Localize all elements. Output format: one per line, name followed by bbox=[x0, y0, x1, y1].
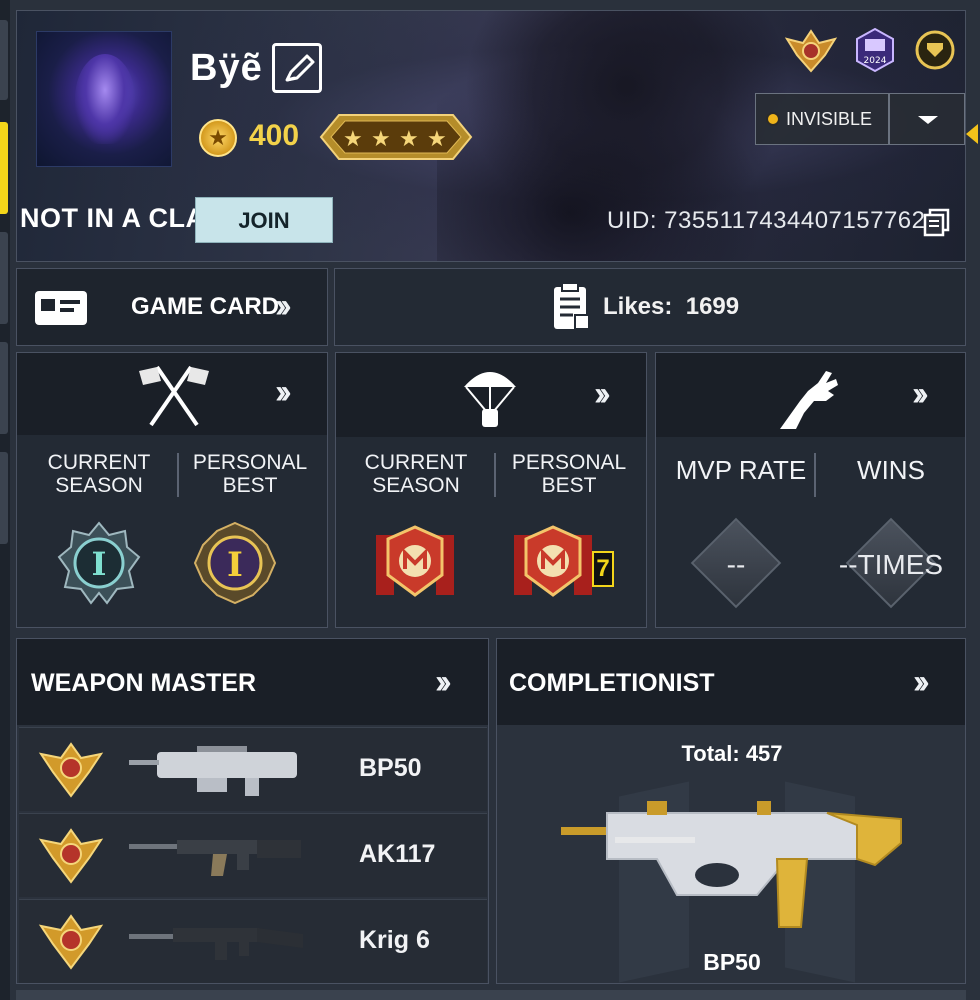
username: Bÿẽ bbox=[190, 47, 263, 89]
completionist-total: Total: 457 bbox=[681, 741, 783, 766]
br-best-count: 7 bbox=[592, 551, 614, 587]
mp-ranked-panel[interactable]: ›› CURRENT SEASON PERSONAL BEST I I bbox=[16, 352, 328, 628]
br-current-season-label: CURRENT SEASON bbox=[364, 451, 468, 497]
weapon-name: BP50 bbox=[359, 754, 422, 782]
likes-text: Likes: 1699 bbox=[603, 293, 739, 321]
bottom-edge-strip bbox=[16, 990, 966, 1000]
mp-best-rank-badge: I bbox=[193, 521, 277, 605]
rank-star-4: ★ bbox=[427, 127, 447, 152]
profile-banner: Bÿẽ ★ 400 ★ ★ ★ ★ NOT IN A CLAN JOIN UID… bbox=[16, 10, 966, 262]
side-tab-profile[interactable] bbox=[0, 122, 8, 214]
visibility-status-button[interactable]: INVISIBLE bbox=[755, 93, 889, 145]
visibility-label: INVISIBLE bbox=[786, 109, 873, 129]
mp-personal-best-label: PERSONAL BEST bbox=[192, 451, 308, 497]
divider bbox=[494, 453, 496, 497]
ak117-weapon-icon bbox=[129, 840, 301, 876]
gold-medal-icon bbox=[38, 742, 104, 798]
parachute-icon bbox=[464, 372, 516, 427]
side-tab-5[interactable] bbox=[0, 452, 8, 544]
likes-value: 1699 bbox=[685, 293, 740, 320]
mp-current-season-label: CURRENT SEASON bbox=[47, 451, 151, 497]
chevron-right-icon: ›› bbox=[275, 287, 291, 325]
side-tab-1[interactable] bbox=[0, 20, 8, 100]
avatar-portrait bbox=[75, 54, 135, 144]
chevron-right-icon[interactable]: ›› bbox=[435, 663, 451, 702]
wins-label: WINS bbox=[857, 455, 925, 485]
chevron-right-icon: ›› bbox=[594, 375, 610, 413]
mp-current-rank-badge: I bbox=[57, 521, 141, 605]
likes-panel[interactable]: Likes: 1699 bbox=[334, 268, 966, 346]
mp-best-rank-text: I bbox=[227, 545, 243, 585]
zombies-panel[interactable]: ›› MVP RATE WINS -- --TIMES bbox=[655, 352, 966, 628]
game-card-button[interactable]: GAME CARD ›› bbox=[16, 268, 328, 346]
weapon-name: Krig 6 bbox=[359, 926, 430, 954]
weapon-row[interactable]: BP50 bbox=[19, 727, 487, 811]
game-card-label: GAME CARD bbox=[131, 293, 279, 320]
completionist-panel[interactable]: COMPLETIONIST ›› Total: 457 BP50 bbox=[496, 638, 966, 984]
completionist-weapon-name: BP50 bbox=[703, 949, 761, 975]
weapon-name: AK117 bbox=[359, 840, 436, 868]
mvp-rate-label: MVP RATE bbox=[675, 455, 807, 485]
weapon-row[interactable]: AK117 bbox=[19, 813, 487, 897]
visibility-dropdown-button[interactable] bbox=[889, 93, 965, 145]
zombie-hand-icon bbox=[780, 371, 838, 429]
year-badge-icon[interactable]: 2024 bbox=[855, 27, 895, 73]
status-dot-icon bbox=[766, 112, 780, 126]
crossed-flags-icon bbox=[139, 365, 209, 427]
divider bbox=[177, 453, 179, 497]
br-ranked-panel[interactable]: ›› CURRENT SEASON PERSONAL BEST 7 bbox=[335, 352, 647, 628]
mp-current-rank-text: I bbox=[92, 545, 107, 583]
currency-value: 400 bbox=[249, 119, 300, 152]
copy-uid-icon[interactable] bbox=[922, 207, 952, 237]
uid-text: UID: 7355117434407157762 bbox=[607, 207, 926, 234]
avatar[interactable] bbox=[36, 31, 172, 167]
weapon-master-panel[interactable]: WEAPON MASTER ›› BP50 AK117 Krig 6 bbox=[16, 638, 489, 984]
br-personal-best-label: PERSONAL BEST bbox=[511, 451, 627, 497]
right-edge-pointer-icon bbox=[966, 124, 978, 144]
mvp-rate-value: -- bbox=[726, 549, 746, 580]
br-best-rank-badge bbox=[514, 525, 592, 597]
rank-stars-badge: ★ ★ ★ ★ bbox=[319, 114, 473, 160]
year-badge-text: 2024 bbox=[864, 56, 887, 66]
chevron-down-icon bbox=[918, 116, 938, 124]
rank-star-1: ★ bbox=[343, 127, 363, 152]
completionist-title: COMPLETIONIST bbox=[509, 669, 715, 697]
join-clan-button[interactable]: JOIN bbox=[195, 197, 333, 243]
id-card-icon bbox=[35, 291, 87, 325]
weapon-master-title: WEAPON MASTER bbox=[31, 669, 256, 697]
br-current-rank-badge bbox=[376, 525, 454, 597]
gold-medal-icon bbox=[38, 828, 104, 884]
rank-star-3: ★ bbox=[399, 127, 419, 152]
krig6-weapon-icon bbox=[129, 928, 303, 960]
divider bbox=[814, 453, 816, 497]
likes-label: Likes: bbox=[603, 293, 673, 320]
bp50-gold-weapon-image bbox=[561, 801, 902, 928]
rank-star-2: ★ bbox=[371, 127, 391, 152]
chevron-right-icon: ›› bbox=[275, 373, 291, 411]
weapon-row[interactable]: Krig 6 bbox=[19, 899, 487, 983]
side-tab-4[interactable] bbox=[0, 342, 8, 434]
star-coin-icon: ★ bbox=[199, 119, 237, 157]
edit-name-icon[interactable] bbox=[272, 43, 322, 93]
prestige-badge-icon[interactable] bbox=[915, 27, 955, 73]
wins-value: --TIMES bbox=[838, 549, 944, 580]
chevron-right-icon[interactable]: ›› bbox=[913, 663, 929, 702]
gold-medal-icon bbox=[38, 914, 104, 970]
bp50-weapon-icon bbox=[129, 746, 297, 796]
side-tab-3[interactable] bbox=[0, 232, 8, 324]
clipboard-icon bbox=[554, 282, 590, 330]
rank-wings-icon[interactable] bbox=[783, 25, 839, 77]
chevron-right-icon: ›› bbox=[912, 375, 928, 413]
